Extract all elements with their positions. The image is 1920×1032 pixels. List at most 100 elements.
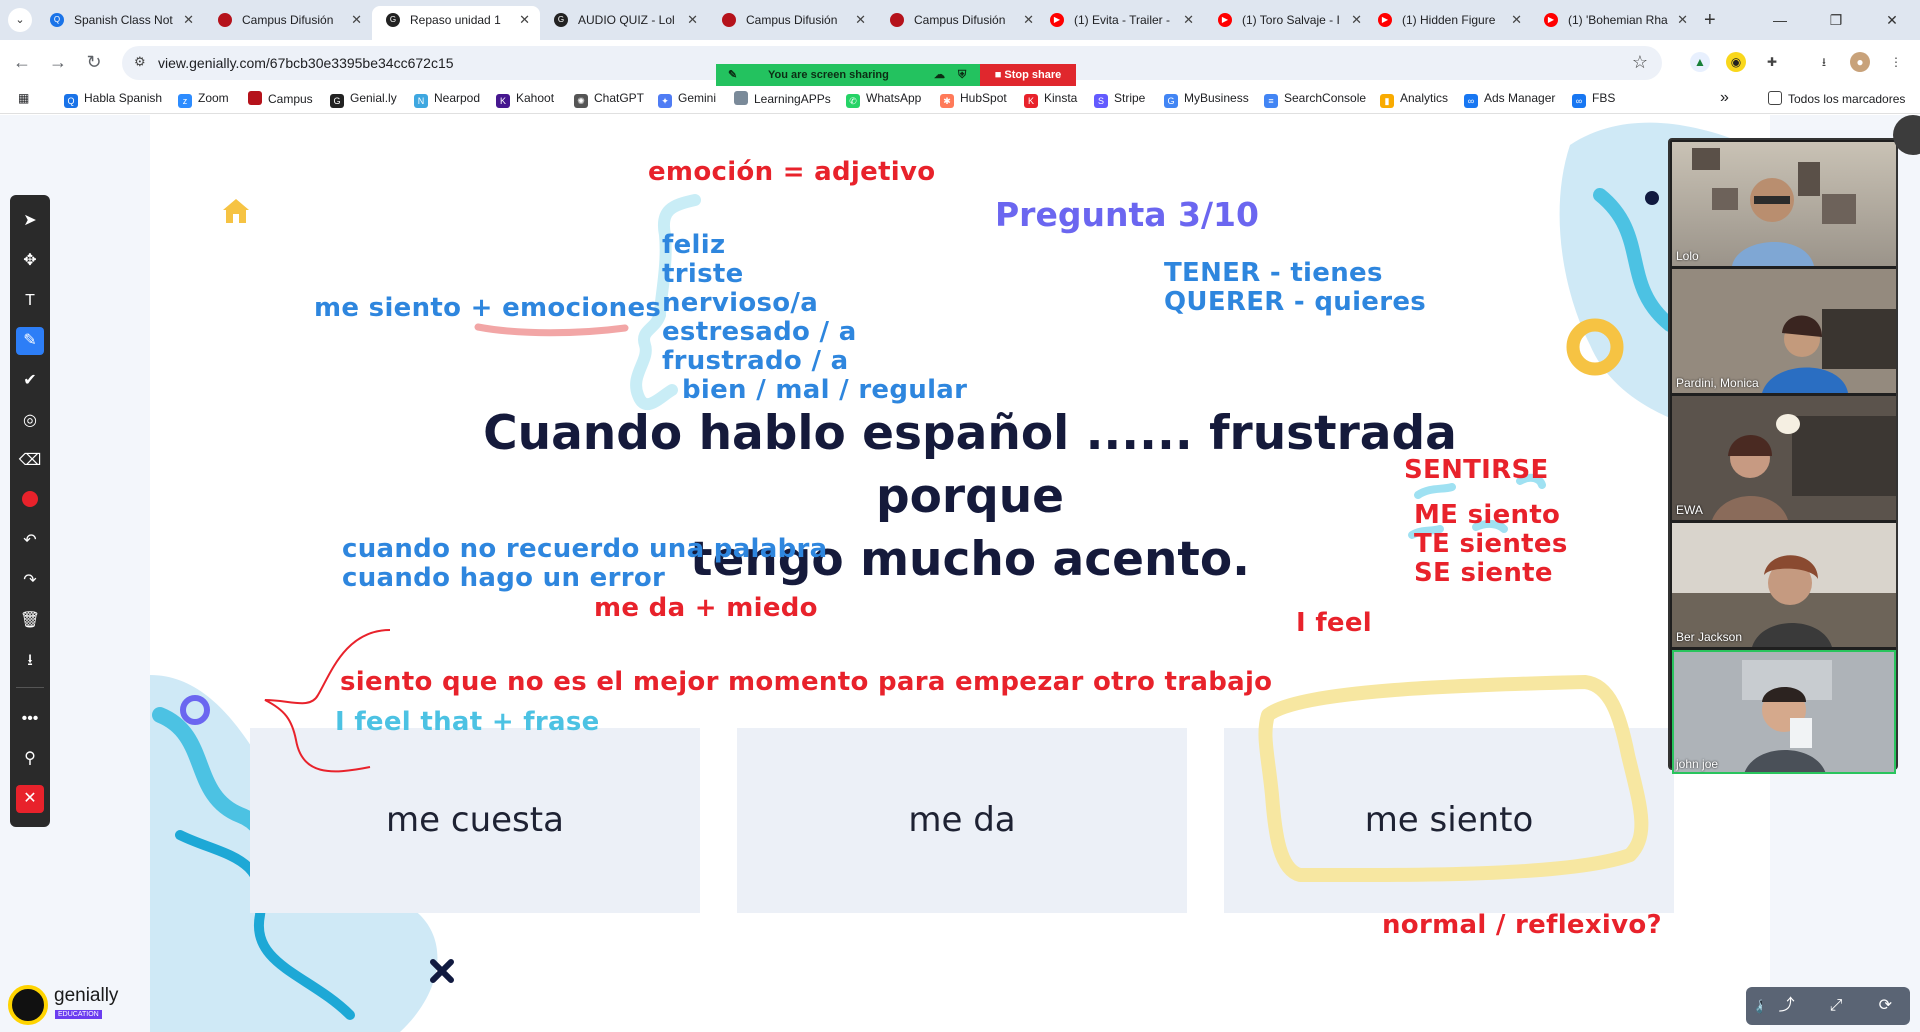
participant-tile[interactable]: EWA [1672,396,1896,520]
bookmark-searchconsole[interactable]: ≡ SearchConsole [1264,91,1366,108]
tab-toro-salvaje[interactable]: ▶ (1) Toro Salvaje - I ✕ [1204,6,1372,40]
close-icon[interactable]: ✕ [183,6,194,34]
close-icon[interactable]: ✕ [1023,6,1034,34]
kinsta-icon: K [1024,94,1038,108]
bookmark-zoom[interactable]: z Zoom [178,91,229,108]
close-icon[interactable]: ✕ [687,6,698,34]
tab-campus-difusion[interactable]: Campus Difusión ✕ [708,6,876,40]
tab-evita-trailer[interactable]: ▶ (1) Evita - Trailer - ✕ [1036,6,1204,40]
bookmark-stripe[interactable]: S Stripe [1094,91,1145,108]
bookmark-hubspot[interactable]: ✱ HubSpot [940,91,1007,108]
participant-tile[interactable]: Pardini, Monica [1672,269,1896,393]
tab-campus-difusion[interactable]: Campus Difusión ✕ [876,6,1044,40]
analytics-icon: ▮ [1380,94,1394,108]
text-tool-icon[interactable]: T [16,287,44,315]
stop-share-button[interactable]: ■ Stop share [980,64,1076,86]
participant-tile[interactable]: Lolo [1672,142,1896,266]
select-arrow-icon[interactable]: ➤ [16,207,44,235]
close-window-button[interactable]: ✕ [1864,0,1920,40]
trash-icon[interactable]: 🗑 [16,607,44,635]
download-icon[interactable]: ⭳ [1814,52,1834,72]
move-icon[interactable]: ✥ [16,247,44,275]
close-icon[interactable]: ✕ [351,6,362,34]
bookmark-nearpod[interactable]: N Nearpod [414,91,480,108]
close-toolbar-icon[interactable]: ✕ [16,785,44,813]
pen-icon[interactable]: ✎ [16,327,44,355]
bookmark-genially[interactable]: G Genial.ly [330,91,397,108]
eraser-icon[interactable]: ⌫ [16,447,44,475]
forward-button[interactable]: → [46,50,70,74]
redo-icon[interactable]: ↷ [16,567,44,595]
site-info-icon[interactable]: ⚙ [134,54,146,70]
tab-search-button[interactable]: ⌄ [8,8,32,32]
bookmark-mybusiness[interactable]: G MyBusiness [1164,91,1249,108]
annotation-siento-que: siento que no es el mejor momento para e… [340,667,1273,697]
shield-icon: ⛨ [958,69,967,81]
extensions-puzzle-icon[interactable]: ✚ [1762,52,1782,72]
close-icon[interactable]: ✕ [1351,6,1362,34]
bookmark-chatgpt[interactable]: ✺ ChatGPT [574,91,644,108]
restart-icon[interactable]: ⟳ [1861,987,1910,1025]
participant-tile[interactable]: Ber Jackson [1672,523,1896,647]
google-icon: G [1164,94,1178,108]
tab-repaso-unidad[interactable]: G Repaso unidad 1 ✕ [372,6,540,40]
spotlight-icon[interactable]: ◎ [16,407,44,435]
participant-tile-active-speaker[interactable]: john joe [1672,650,1896,774]
close-icon[interactable]: ✕ [1183,6,1194,34]
undo-icon[interactable]: ↶ [16,527,44,555]
bookmark-habla-spanish[interactable]: Q Habla Spanish [64,91,162,108]
hubspot-icon: ✱ [940,94,954,108]
annotation-conjugation: ME siento TE sientes SE siente [1414,500,1568,588]
restore-button[interactable]: ❐ [1808,0,1864,40]
tab-audio-quiz[interactable]: G AUDIO QUIZ - Lol ✕ [540,6,708,40]
all-bookmarks-folder[interactable]: Todos los marcadores [1768,91,1905,106]
underline-emociones [474,323,629,337]
folder-icon [1768,91,1782,105]
minimize-button[interactable]: — [1752,0,1808,40]
bookmark-kinsta[interactable]: K Kinsta [1024,91,1077,108]
bookmark-fbs[interactable]: ∞ FBS [1572,91,1615,108]
close-icon[interactable]: ✕ [1511,6,1522,34]
url-text[interactable]: view.genially.com/67bcb30e3395be34cc672c… [158,55,454,71]
new-tab-button[interactable]: + [1704,8,1716,32]
meta-icon: ∞ [1464,94,1478,108]
pin-icon[interactable]: ✎ [728,64,737,86]
extension-icon[interactable]: ◉ [1726,52,1746,72]
difusion-icon [890,13,904,27]
zoom-icon: z [178,94,192,108]
reload-button[interactable]: ↻ [82,50,106,74]
tab-campus-difusion[interactable]: Campus Difusión ✕ [204,6,372,40]
bookmark-ads-manager[interactable]: ∞ Ads Manager [1464,91,1555,108]
close-icon[interactable]: ✕ [855,6,866,34]
more-bookmarks-button[interactable]: » [1720,89,1729,107]
apps-grid-icon[interactable]: ▦ [18,91,29,105]
share-icon[interactable]: ⤴ [1762,987,1811,1025]
tab-spanish-class[interactable]: Q Spanish Class Not ✕ [36,6,204,40]
annotation-cuando: cuando no recuerdo una palabra cuando ha… [342,534,828,593]
save-download-icon[interactable]: ⭳ [16,647,44,675]
drive-icon[interactable]: ▲ [1690,52,1710,72]
bookmark-whatsapp[interactable]: ✆ WhatsApp [846,91,921,108]
close-icon[interactable]: ✕ [1677,6,1688,34]
bookmark-kahoot[interactable]: K Kahoot [496,91,554,108]
participant-video [1692,148,1856,266]
menu-icon[interactable]: ⋮ [1886,52,1906,72]
bookmark-learningapps[interactable]: LearningAPPs [734,91,831,106]
tab-hidden-figures[interactable]: ▶ (1) Hidden Figure ✕ [1364,6,1532,40]
close-icon[interactable]: ✕ [519,6,530,34]
bookmark-analytics[interactable]: ▮ Analytics [1380,91,1448,108]
youtube-icon: ▶ [1378,13,1392,27]
bookmark-gemini[interactable]: ✦ Gemini [658,91,716,108]
more-icon[interactable]: ••• [16,705,44,733]
checkmark-icon[interactable]: ✔ [16,367,44,395]
genially-icon: G [386,13,400,27]
bookmark-campus[interactable]: Campus [248,91,313,106]
back-button[interactable]: ← [10,50,34,74]
annotator-icon[interactable]: ⚲ [16,745,44,773]
bookmark-star-icon[interactable]: ☆ [1632,52,1648,73]
tab-bohemian-rhapsody[interactable]: ▶ (1) 'Bohemian Rha ✕ [1530,6,1698,40]
fullscreen-icon[interactable]: ⤢ [1811,987,1860,1025]
annotation-adjective-list: feliz triste nervioso/a estresado / a fr… [662,230,968,405]
color-picker-icon[interactable] [16,487,44,515]
profile-avatar[interactable]: ● [1850,52,1870,72]
